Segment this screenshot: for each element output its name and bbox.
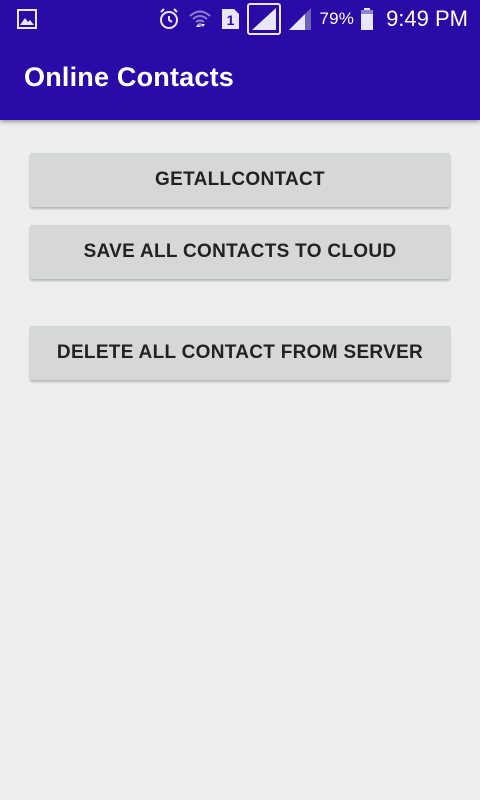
- status-bar: 1 79% 9:49 PM: [0, 0, 480, 38]
- alarm-icon: [157, 7, 181, 31]
- svg-text:1: 1: [227, 12, 235, 28]
- status-icons: 1 79% 9:49 PM: [157, 0, 468, 38]
- signal-icon: [287, 6, 313, 32]
- battery-icon: [360, 7, 374, 31]
- status-time: 9:49 PM: [386, 6, 468, 31]
- wifi-icon: [187, 6, 213, 32]
- sim-icon: 1: [219, 7, 241, 31]
- battery-percent: 79%: [319, 9, 355, 28]
- save-all-contacts-to-cloud-button[interactable]: SAVE ALL CONTACTS TO CLOUD: [30, 225, 450, 279]
- delete-all-contact-from-server-button[interactable]: DELETE ALL CONTACT FROM SERVER: [30, 326, 450, 380]
- app-bar: Online Contacts: [0, 38, 480, 120]
- main-content: GETALLCONTACT SAVE ALL CONTACTS TO CLOUD…: [0, 120, 480, 800]
- get-all-contact-button[interactable]: GETALLCONTACT: [30, 153, 450, 207]
- gallery-icon: [17, 9, 37, 29]
- page-title: Online Contacts: [24, 62, 235, 92]
- signal-icon: [247, 3, 282, 35]
